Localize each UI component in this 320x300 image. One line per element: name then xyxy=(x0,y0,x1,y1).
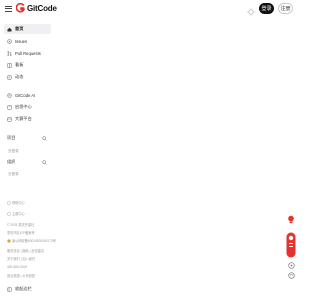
search-icon[interactable] xyxy=(42,135,47,141)
learning-icon xyxy=(7,104,12,110)
orgs-section-header: 组织 xyxy=(7,158,47,166)
projects-section-header: 项目 xyxy=(7,134,47,142)
lightbulb-icon xyxy=(288,215,294,224)
footer-text: 主题中心 xyxy=(12,212,25,216)
projects-title: 项目 xyxy=(7,135,16,140)
police-record-link[interactable]: 渝公网安备50010502000173号 xyxy=(7,238,56,243)
collapse-icon xyxy=(7,287,12,292)
contest-icon xyxy=(7,117,12,122)
sidebar-item-home[interactable]: 首页 xyxy=(4,24,51,34)
menu-toggle-button[interactable] xyxy=(5,4,13,13)
logo-text: GitCode xyxy=(27,3,57,13)
pull-request-icon xyxy=(7,50,12,56)
footer-text: 渝公网安备50010502000173号 xyxy=(12,239,56,243)
footer-text: 帮助中心 xyxy=(12,201,25,205)
sidebar-item-label: Issues xyxy=(15,38,28,44)
headset-icon xyxy=(287,272,295,279)
sidebar-item-contest[interactable]: 大赛平台 xyxy=(4,114,51,124)
orgs-title: 组织 xyxy=(7,159,16,164)
sidebar-item-label: Pull Requests xyxy=(15,50,41,56)
sidebar-item-label: 大赛平台 xyxy=(15,116,32,121)
copyright-text: © 2025 重庆开源社 xyxy=(7,223,35,227)
hamburger-line xyxy=(5,10,12,12)
sidebar-item-label: GitCode AI xyxy=(15,92,36,98)
support-button[interactable] xyxy=(285,271,297,280)
terms-links[interactable]: 服务协议 | 隐私 | 反馈建议 xyxy=(7,248,44,253)
sidebar-item-label: 动态 xyxy=(15,74,24,79)
home-icon xyxy=(7,27,12,32)
theme-icon xyxy=(7,212,11,216)
register-button[interactable]: 注册 xyxy=(278,3,293,14)
sidebar-item-activity[interactable]: 动态 xyxy=(4,72,51,82)
collapse-sidebar-button[interactable]: 收起边栏 xyxy=(7,286,32,292)
board-icon xyxy=(7,62,12,68)
assistant-icon xyxy=(286,232,296,258)
assistant-button[interactable] xyxy=(285,232,297,258)
tips-button[interactable] xyxy=(285,214,297,226)
phone-text: 400-660-0108 xyxy=(7,265,27,269)
hamburger-line xyxy=(5,8,12,9)
sidebar-item-label: 看板 xyxy=(15,62,24,67)
issues-icon xyxy=(7,38,12,44)
sidebar-item-gitcode-ai[interactable]: GitCode AI xyxy=(4,90,51,100)
projects-login-link[interactable]: 去登录 xyxy=(8,149,19,154)
search-icon[interactable] xyxy=(42,159,47,165)
theme-toggle-icon[interactable] xyxy=(246,4,256,17)
login-button[interactable]: 登录 xyxy=(259,3,274,14)
sidebar-item-label: 启思中心 xyxy=(15,104,32,109)
ai-icon xyxy=(7,92,12,98)
top-header: GitCode 登录 注册 xyxy=(0,0,300,18)
collapse-label: 收起边栏 xyxy=(15,286,32,291)
help-icon xyxy=(7,201,11,205)
activity-icon xyxy=(7,75,12,80)
sidebar-item-pull-requests[interactable]: Pull Requests xyxy=(4,48,51,58)
feedback-button[interactable] xyxy=(285,261,297,270)
gitcode-logo[interactable]: GitCode xyxy=(16,3,57,13)
sidebar-item-board[interactable]: 看板 xyxy=(4,60,51,70)
sidebar-item-learning-center[interactable]: 启思中心 xyxy=(4,102,51,112)
gitcode-logo-icon xyxy=(16,3,25,13)
sidebar: 首页 Issues Pull Requests 看板 动态 GitCode AI xyxy=(0,18,56,300)
police-badge-icon xyxy=(7,239,11,243)
hamburger-line xyxy=(5,5,12,7)
feedback-icon xyxy=(287,262,295,269)
license-links[interactable]: 营业执照 | 公司资质 xyxy=(7,273,35,278)
icp-link[interactable]: 重庆市区ICP备案号 xyxy=(7,230,35,235)
about-links[interactable]: 关于我们 | 加入我们 xyxy=(7,256,35,261)
help-center-link[interactable]: 帮助中心 xyxy=(7,200,25,205)
sidebar-item-label: 首页 xyxy=(15,26,24,31)
theme-center-link[interactable]: 主题中心 xyxy=(7,211,25,216)
sidebar-item-issues[interactable]: Issues xyxy=(4,36,51,46)
orgs-login-link[interactable]: 去登录 xyxy=(8,172,19,177)
